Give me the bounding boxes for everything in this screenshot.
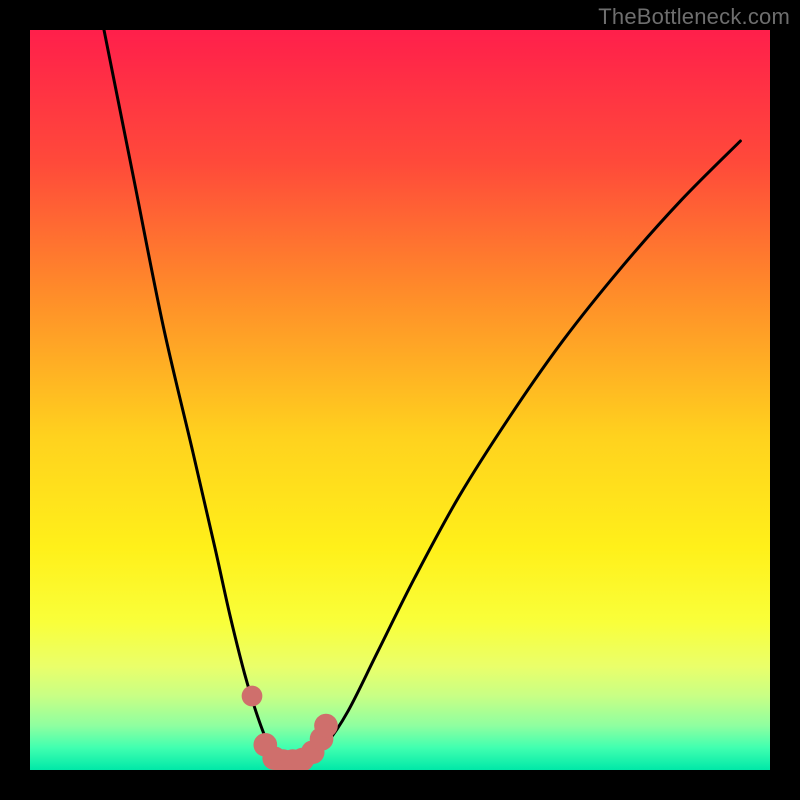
bottleneck-curve [104, 30, 740, 762]
curve-layer [30, 30, 770, 770]
watermark-text: TheBottleneck.com [598, 4, 790, 30]
chart-container: TheBottleneck.com [0, 0, 800, 800]
data-marker [242, 686, 263, 707]
data-marker [314, 714, 338, 738]
plot-area [30, 30, 770, 770]
